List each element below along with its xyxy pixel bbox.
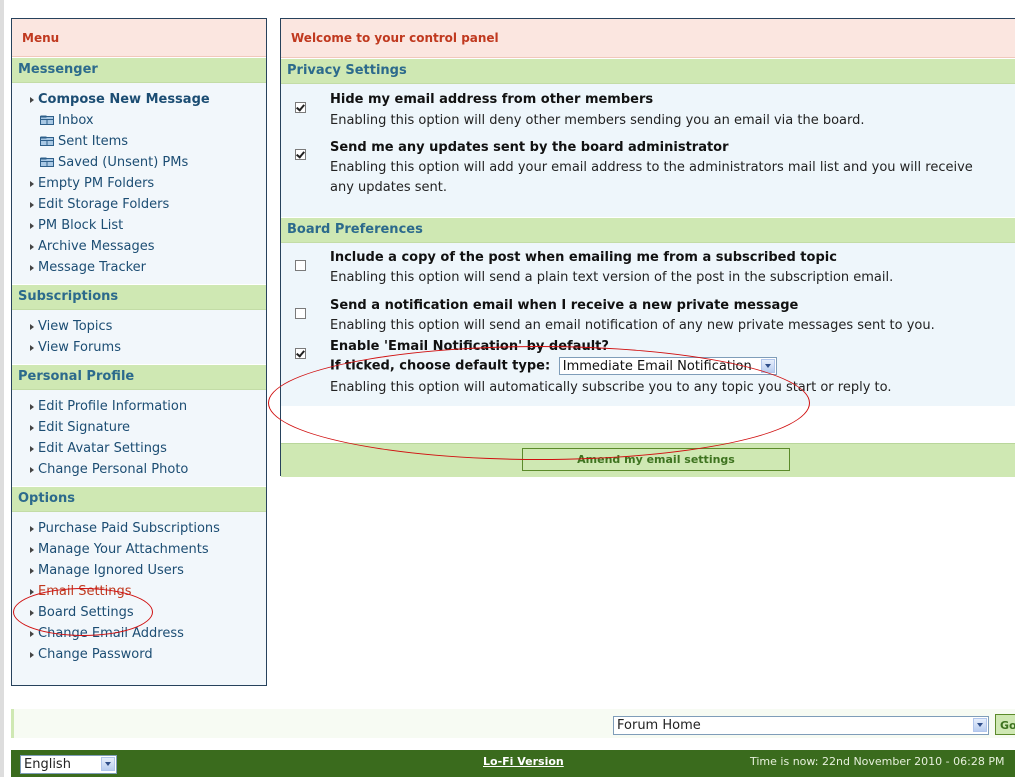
menu-item-edit-profile[interactable]: Edit Profile Information (12, 396, 266, 417)
folder-icon (40, 157, 54, 167)
lofi-version-link[interactable]: Lo-Fi Version (483, 755, 564, 768)
bullet-icon (30, 547, 34, 553)
menu-item-edit-avatar[interactable]: Edit Avatar Settings (12, 438, 266, 459)
board-preferences-heading: Board Preferences (281, 217, 1015, 243)
menu-item-ignored-users[interactable]: Manage Ignored Users (12, 560, 266, 581)
menu-item-view-forums[interactable]: View Forums (12, 337, 266, 358)
menu-section-options: Options (12, 486, 266, 512)
subscriptions-list: View Topics View Forums (12, 310, 266, 364)
forum-jump-value: Forum Home (617, 718, 701, 733)
menu-section-messenger: Messenger (12, 57, 266, 83)
go-button[interactable]: Go (995, 714, 1015, 735)
menu-item-empty-folders[interactable]: Empty PM Folders (12, 173, 266, 194)
bullet-icon (30, 446, 34, 452)
menu-item-tracker[interactable]: Message Tracker (12, 257, 266, 278)
menu-item-attachments[interactable]: Manage Your Attachments (12, 539, 266, 560)
option-description-cont: any updates sent. (330, 180, 447, 195)
admin-updates-checkbox[interactable] (295, 149, 306, 160)
bullet-icon (30, 223, 34, 229)
option-copy-post: Include a copy of the post when emailing… (281, 243, 1015, 291)
bullet-icon (30, 467, 34, 473)
menu-item-view-topics[interactable]: View Topics (12, 316, 266, 337)
copy-post-checkbox[interactable] (295, 260, 306, 271)
profile-list: Edit Profile Information Edit Signature … (12, 390, 266, 486)
bullet-icon (30, 404, 34, 410)
option-description: Enabling this option will send an email … (330, 318, 935, 333)
pm-notify-checkbox[interactable] (295, 308, 306, 319)
messenger-list: Compose New Message Inbox Sent Items Sav… (12, 83, 266, 284)
menu-item-change-photo[interactable]: Change Personal Photo (12, 459, 266, 480)
menu-item-archive[interactable]: Archive Messages (12, 236, 266, 257)
bullet-icon (30, 202, 34, 208)
forum-jump-select[interactable]: Forum Home (613, 716, 989, 735)
highlight-ellipse-email-settings (13, 588, 153, 636)
page-left-edge (0, 0, 4, 777)
option-title: Send a notification email when I receive… (330, 298, 799, 313)
menu-item-compose[interactable]: Compose New Message (12, 89, 266, 110)
folder-icon (40, 115, 54, 125)
bullet-icon (30, 526, 34, 532)
menu-section-profile: Personal Profile (12, 364, 266, 390)
menu-item-sent[interactable]: Sent Items (12, 131, 266, 152)
option-pm-notify: Send a notification email when I receive… (281, 291, 1015, 338)
bullet-icon (30, 181, 34, 187)
bullet-icon (30, 425, 34, 431)
server-time: Time is now: 22nd November 2010 - 06:28 … (750, 755, 1005, 768)
bullet-icon (30, 345, 34, 351)
bullet-icon (30, 324, 34, 330)
bullet-icon (30, 652, 34, 658)
menu-item-paid-subscriptions[interactable]: Purchase Paid Subscriptions (12, 518, 266, 539)
option-title: Include a copy of the post when emailing… (330, 250, 837, 265)
hide-email-checkbox[interactable] (295, 102, 306, 113)
language-select[interactable]: English (20, 755, 117, 774)
menu-item-change-password[interactable]: Change Password (12, 644, 266, 665)
option-description: Enabling this option will deny other mem… (330, 113, 865, 128)
menu-item-block-list[interactable]: PM Block List (12, 215, 266, 236)
menu-item-saved[interactable]: Saved (Unsent) PMs (12, 152, 266, 173)
bullet-icon (30, 97, 34, 103)
bullet-icon (30, 265, 34, 271)
bullet-icon (30, 244, 34, 250)
bullet-icon (30, 568, 34, 574)
email-notify-checkbox[interactable] (295, 348, 306, 359)
option-admin-updates: Send me any updates sent by the board ad… (281, 139, 1015, 217)
folder-icon (40, 136, 54, 146)
chevron-down-icon (101, 757, 115, 771)
chevron-down-icon (973, 718, 987, 732)
privacy-settings-heading: Privacy Settings (281, 58, 1015, 84)
language-value: English (24, 757, 71, 772)
menu-item-edit-signature[interactable]: Edit Signature (12, 417, 266, 438)
panel-title: Welcome to your control panel (281, 19, 1015, 58)
menu-section-subscriptions: Subscriptions (12, 284, 266, 310)
bullet-icon (30, 631, 34, 637)
option-description: Enabling this option will add your email… (330, 160, 973, 175)
highlight-ellipse-email-notification (268, 346, 810, 460)
menu-item-inbox[interactable]: Inbox (12, 110, 266, 131)
option-description: Enabling this option will send a plain t… (330, 270, 894, 285)
option-title: Hide my email address from other members (330, 92, 654, 107)
option-title: Send me any updates sent by the board ad… (330, 140, 729, 155)
menu-item-storage-folders[interactable]: Edit Storage Folders (12, 194, 266, 215)
user-cp-menu: Menu Messenger Compose New Message Inbox… (11, 18, 267, 686)
option-hide-email: Hide my email address from other members… (281, 84, 1015, 139)
menu-title: Menu (12, 19, 266, 57)
